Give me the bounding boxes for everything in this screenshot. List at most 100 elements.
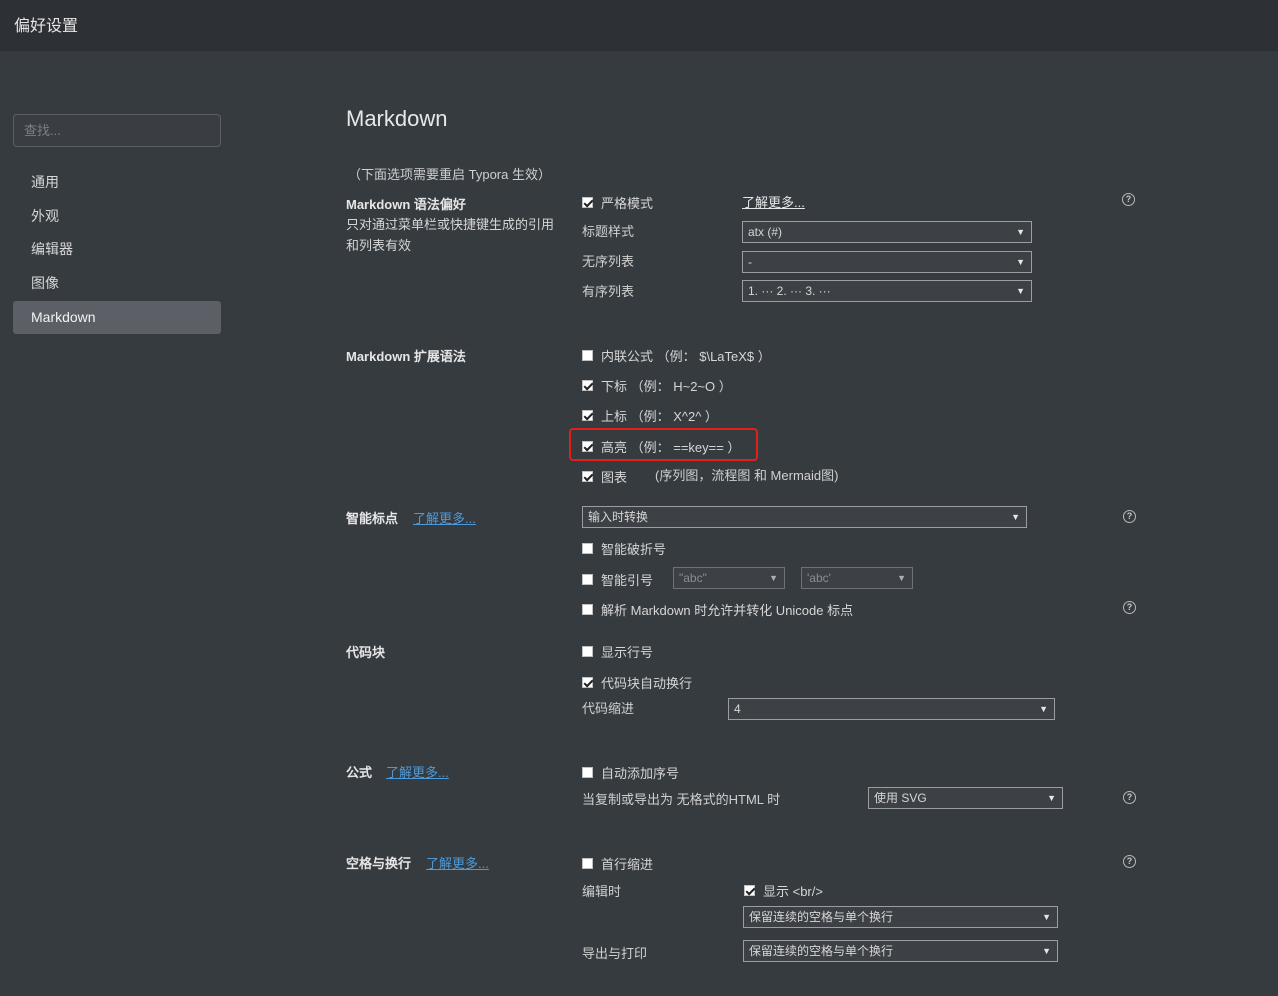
checkbox-icon — [582, 646, 593, 657]
question-circle-icon[interactable]: ? — [1123, 510, 1136, 523]
restart-note: （下面选项需要重启 Typora 生效） — [348, 167, 551, 182]
first-indent-checkbox[interactable]: 首行缩进 — [582, 854, 653, 873]
unordered-list-select[interactable]: - ▼ — [742, 251, 1032, 273]
export-whitespace-value: 保留连续的空格与单个换行 — [749, 944, 894, 958]
auto-number-label: 自动添加序号 — [601, 766, 680, 781]
checkbox-icon — [582, 380, 593, 391]
double-quote-select[interactable]: "abc" ▼ — [673, 567, 785, 589]
triangle-down-icon: ▼ — [1016, 227, 1025, 237]
section-title-ext-syntax: Markdown 扩展语法 — [346, 349, 466, 364]
triangle-down-icon: ▼ — [897, 573, 906, 583]
strict-mode-label: 严格模式 — [601, 196, 654, 211]
strict-mode-checkbox[interactable]: 严格模式 — [582, 193, 653, 212]
subscript-checkbox[interactable]: 下标 （例： H~2~O ） — [582, 376, 732, 395]
export-whitespace-select[interactable]: 保留连续的空格与单个换行 ▼ — [743, 940, 1058, 962]
triangle-down-icon: ▼ — [1042, 946, 1051, 956]
code-wrap-label: 代码块自动换行 — [601, 676, 693, 691]
diagrams-note: (序列图，流程图 和 Mermaid图) — [655, 468, 839, 483]
subscript-label: 下标 （例： H~2~O ） — [601, 379, 732, 394]
heading-style-label: 标题样式 — [582, 224, 635, 239]
checkbox-icon — [582, 677, 593, 688]
section-title-math: 公式 — [346, 765, 373, 780]
sidebar-item-image[interactable]: 图像 — [13, 267, 221, 300]
export-print-label: 导出与打印 — [582, 946, 648, 961]
checkbox-icon — [582, 471, 593, 482]
code-indent-select[interactable]: 4 ▼ — [728, 698, 1055, 720]
section-title-smart-punct: 智能标点 — [346, 511, 399, 526]
math-export-select[interactable]: 使用 SVG ▼ — [868, 787, 1063, 809]
double-quote-value: "abc" — [679, 571, 707, 585]
unicode-punct-checkbox[interactable]: 解析 Markdown 时允许并转化 Unicode 标点 — [582, 600, 853, 619]
smart-punct-select[interactable]: 输入时转换 ▼ — [582, 506, 1027, 528]
checkbox-icon — [582, 410, 593, 421]
auto-number-checkbox[interactable]: 自动添加序号 — [582, 763, 679, 782]
diagrams-checkbox[interactable]: 图表 — [582, 467, 627, 486]
triangle-down-icon: ▼ — [1039, 704, 1048, 714]
search-input[interactable] — [13, 114, 221, 147]
question-circle-icon[interactable]: ? — [1123, 601, 1136, 614]
editing-whitespace-value: 保留连续的空格与单个换行 — [749, 910, 894, 924]
smart-punct-value: 输入时转换 — [588, 510, 649, 524]
smart-quotes-checkbox[interactable]: 智能引号 — [582, 570, 653, 589]
diagrams-label: 图表 — [601, 470, 628, 485]
checkbox-icon — [582, 574, 593, 585]
unordered-list-value: - — [748, 255, 752, 269]
ordered-list-value: 1. ··· 2. ··· 3. ··· — [748, 284, 831, 298]
title-bar: 偏好设置 — [0, 0, 1278, 51]
sidebar-item-appearance[interactable]: 外观 — [13, 200, 221, 233]
triangle-down-icon: ▼ — [1016, 257, 1025, 267]
show-br-label: 显示 <br/> — [763, 884, 823, 899]
show-br-checkbox[interactable]: 显示 <br/> — [744, 881, 823, 900]
line-numbers-label: 显示行号 — [601, 645, 654, 660]
inline-math-checkbox[interactable]: 内联公式 （例： $\LaTeX$ ） — [582, 346, 771, 365]
section-desc-syntax-pref: 只对通过菜单栏或快捷键生成的引用和列表有效 — [346, 217, 555, 253]
sidebar-item-markdown[interactable]: Markdown — [13, 301, 221, 334]
math-export-value: 使用 SVG — [874, 791, 927, 805]
checkbox-icon — [582, 604, 593, 615]
triangle-down-icon: ▼ — [1042, 912, 1051, 922]
ordered-list-select[interactable]: 1. ··· 2. ··· 3. ··· ▼ — [742, 280, 1032, 302]
ordered-list-label: 有序列表 — [582, 284, 635, 299]
checkbox-icon — [582, 767, 593, 778]
editing-label: 编辑时 — [582, 884, 622, 899]
learn-more-link-whitespace[interactable]: 了解更多... — [426, 853, 489, 872]
triangle-down-icon: ▼ — [1011, 512, 1020, 522]
unicode-punct-label: 解析 Markdown 时允许并转化 Unicode 标点 — [601, 603, 854, 618]
unordered-list-label: 无序列表 — [582, 254, 635, 269]
sidebar-item-editor[interactable]: 编辑器 — [13, 233, 221, 266]
annotation-highlight-frame — [569, 428, 758, 461]
question-circle-icon[interactable]: ? — [1123, 791, 1136, 804]
section-title-code-block: 代码块 — [346, 645, 386, 660]
checkbox-icon — [582, 858, 593, 869]
learn-more-link-strict[interactable]: 了解更多... — [742, 192, 805, 211]
line-numbers-checkbox[interactable]: 显示行号 — [582, 642, 653, 661]
smart-quotes-label: 智能引号 — [601, 573, 654, 588]
first-indent-label: 首行缩进 — [601, 857, 654, 872]
code-wrap-checkbox[interactable]: 代码块自动换行 — [582, 673, 692, 692]
single-quote-select[interactable]: 'abc' ▼ — [801, 567, 913, 589]
triangle-down-icon: ▼ — [1047, 793, 1056, 803]
question-circle-icon[interactable]: ? — [1123, 855, 1136, 868]
editing-whitespace-select[interactable]: 保留连续的空格与单个换行 ▼ — [743, 906, 1058, 928]
heading-style-select[interactable]: atx (#) ▼ — [742, 221, 1032, 243]
smart-dash-label: 智能破折号 — [601, 542, 667, 557]
window-title: 偏好设置 — [14, 18, 79, 35]
question-circle-icon[interactable]: ? — [1122, 193, 1135, 206]
code-indent-value: 4 — [734, 702, 741, 716]
learn-more-link-smart-punct[interactable]: 了解更多... — [413, 508, 476, 527]
section-title-whitespace: 空格与换行 — [346, 856, 412, 871]
math-export-label: 当复制或导出为 无格式的HTML 时 — [582, 792, 781, 807]
superscript-checkbox[interactable]: 上标 （例： X^2^ ） — [582, 406, 718, 425]
single-quote-value: 'abc' — [807, 571, 831, 585]
inline-math-label: 内联公式 （例： $\LaTeX$ ） — [601, 349, 771, 364]
sidebar-item-general[interactable]: 通用 — [13, 166, 221, 199]
section-title-syntax-pref: Markdown 语法偏好 — [346, 197, 466, 212]
learn-more-link-math[interactable]: 了解更多... — [386, 762, 449, 781]
smart-dash-checkbox[interactable]: 智能破折号 — [582, 539, 666, 558]
superscript-label: 上标 （例： X^2^ ） — [601, 409, 718, 424]
checkbox-icon — [582, 543, 593, 554]
checkbox-icon — [582, 197, 593, 208]
triangle-down-icon: ▼ — [769, 573, 778, 583]
heading-style-value: atx (#) — [748, 225, 783, 239]
checkbox-icon — [744, 885, 755, 896]
